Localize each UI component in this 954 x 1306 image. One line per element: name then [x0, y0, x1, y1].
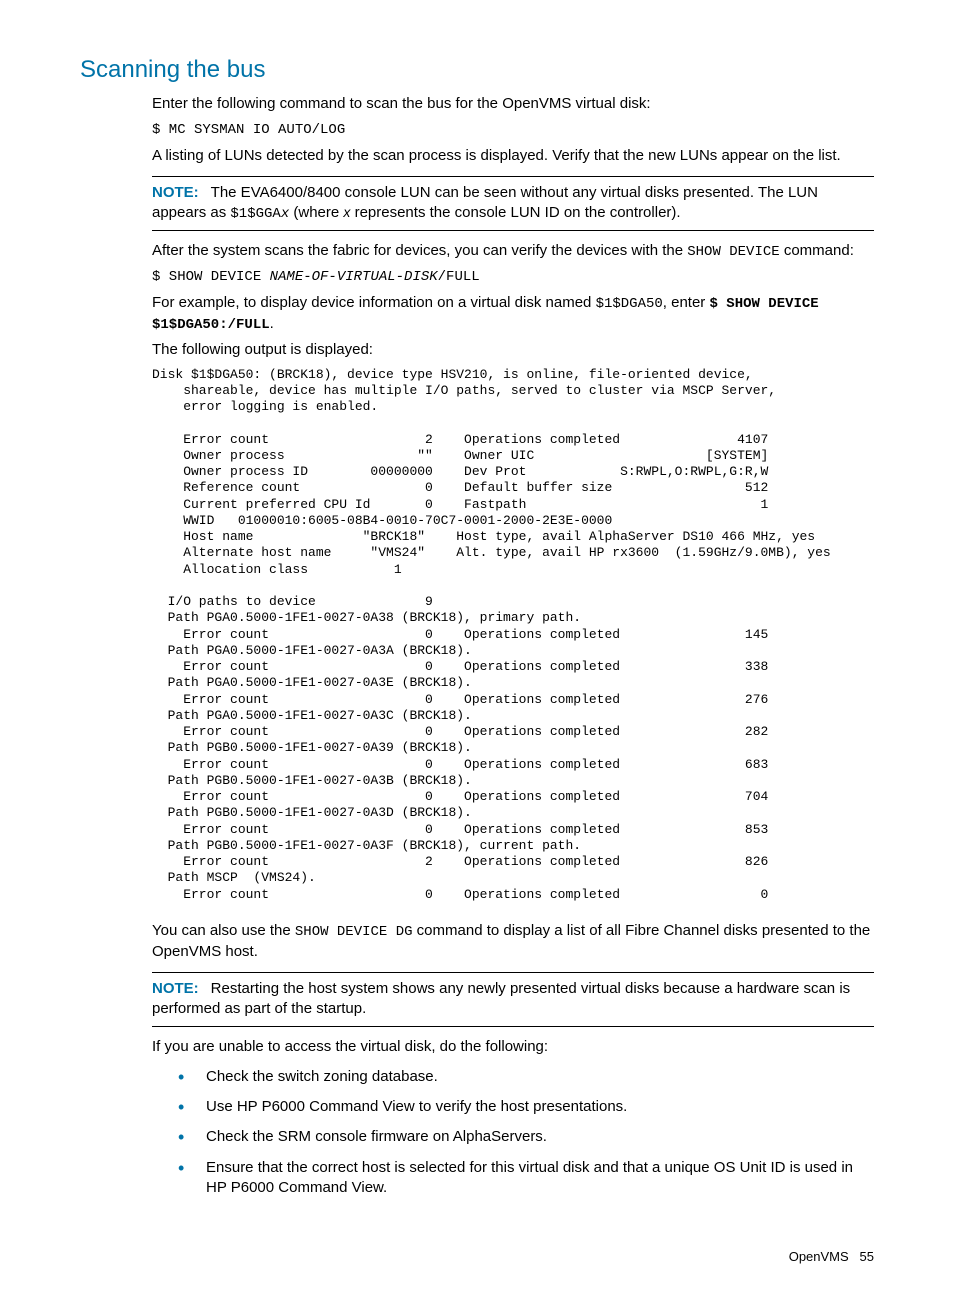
text: For example, to display device informati…: [152, 294, 596, 311]
list-item: Check the SRM console firmware on AlphaS…: [176, 1127, 874, 1147]
note-text: (where: [289, 204, 343, 221]
command-line: $ MC SYSMAN IO AUTO/LOG: [152, 121, 874, 140]
inline-code: $1$DGA50: [596, 296, 663, 312]
footer-page-number: 55: [860, 1249, 874, 1264]
note-box: NOTE:Restarting the host system shows an…: [152, 972, 874, 1027]
bullet-list: Check the switch zoning database. Use HP…: [152, 1067, 874, 1198]
command-line: $ SHOW DEVICE NAME-OF-VIRTUAL-DISK/FULL: [152, 268, 874, 287]
text: , enter: [663, 294, 710, 311]
paragraph: Enter the following command to scan the …: [152, 94, 874, 114]
note-label: NOTE:: [152, 980, 199, 997]
note-text: represents the console LUN ID on the con…: [350, 204, 680, 221]
text: After the system scans the fabric for de…: [152, 242, 687, 259]
list-item: Use HP P6000 Command View to verify the …: [176, 1097, 874, 1117]
footer-section: OpenVMS: [789, 1249, 849, 1264]
terminal-output: Disk $1$DGA50: (BRCK18), device type HSV…: [152, 367, 874, 903]
cmd-part: $ SHOW DEVICE: [152, 269, 270, 285]
text: .: [270, 315, 274, 332]
note-text: Restarting the host system shows any new…: [152, 980, 850, 1017]
paragraph: For example, to display device informati…: [152, 293, 874, 335]
inline-code: SHOW DEVICE: [687, 244, 779, 260]
inline-code: $1$GGA: [230, 206, 280, 222]
paragraph: A listing of LUNs detected by the scan p…: [152, 146, 874, 166]
note-label: NOTE:: [152, 184, 199, 201]
text: You can also use the: [152, 922, 295, 939]
paragraph: The following output is displayed:: [152, 340, 874, 360]
note-box: NOTE:The EVA6400/8400 console LUN can be…: [152, 176, 874, 231]
list-item: Check the switch zoning database.: [176, 1067, 874, 1087]
paragraph: If you are unable to access the virtual …: [152, 1037, 874, 1057]
text: command:: [780, 242, 854, 259]
cmd-placeholder: NAME-OF-VIRTUAL-DISK: [270, 269, 438, 285]
section-heading: Scanning the bus: [80, 54, 874, 86]
cmd-part: /FULL: [438, 269, 480, 285]
page-footer: OpenVMS 55: [80, 1248, 874, 1266]
inline-code: SHOW DEVICE DG: [295, 924, 413, 940]
inline-code-italic: x: [281, 206, 289, 222]
paragraph: After the system scans the fabric for de…: [152, 241, 874, 262]
paragraph: You can also use the SHOW DEVICE DG comm…: [152, 921, 874, 962]
body-content: Enter the following command to scan the …: [152, 94, 874, 1198]
list-item: Ensure that the correct host is selected…: [176, 1158, 874, 1199]
